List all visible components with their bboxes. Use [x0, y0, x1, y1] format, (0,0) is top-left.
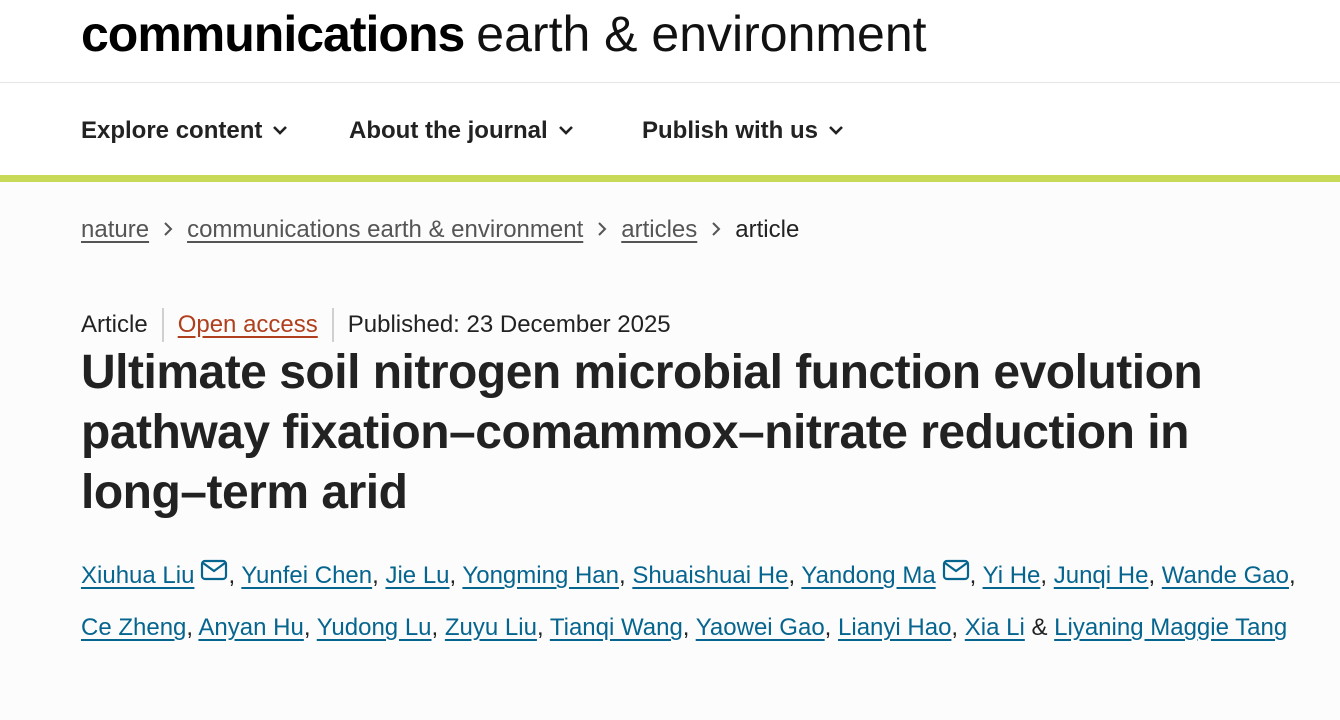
author-link[interactable]: Yaowei Gao [696, 614, 825, 641]
author-separator: , [969, 562, 983, 589]
chevron-right-icon [164, 221, 173, 236]
breadcrumb-current: article [735, 216, 800, 243]
author-link[interactable]: Yunfei Chen [241, 562, 372, 589]
author-separator: , [1148, 562, 1162, 589]
main-nav: Explore content About the journal Publis… [0, 83, 1340, 182]
author-link[interactable]: Tianqi Wang [550, 614, 683, 641]
envelope-icon[interactable] [942, 559, 970, 581]
author-separator: , [951, 614, 965, 641]
author-link[interactable]: Yandong Ma [801, 562, 935, 589]
author-separator: , [449, 562, 463, 589]
envelope-icon[interactable] [200, 559, 228, 581]
chevron-right-icon [712, 221, 721, 236]
author-link[interactable]: Ce Zheng [81, 614, 186, 641]
published-date: Published: 23 December 2025 [347, 311, 671, 338]
article-title: Ultimate soil nitrogen microbial functio… [81, 346, 1203, 519]
author-link[interactable]: Jie Lu [385, 562, 449, 589]
meta-divider [161, 308, 164, 342]
article-meta: Article Open access Published: 23 Decemb… [81, 308, 671, 342]
author-separator: , [536, 614, 550, 641]
nav-label: Publish with us [642, 117, 819, 144]
author-link[interactable]: Yongming Han [462, 562, 619, 589]
author-separator: , [1288, 562, 1296, 589]
author-separator: , [618, 562, 633, 589]
author-link[interactable]: Yi He [983, 562, 1041, 589]
author-separator: , [682, 614, 696, 641]
chevron-down-icon [558, 125, 573, 135]
article-type: Article [81, 311, 148, 338]
masthead: communications earth & environment [0, 0, 1340, 83]
nav-publish-with-us[interactable]: Publish with us [642, 117, 844, 145]
breadcrumb-link-nature[interactable]: nature [81, 216, 149, 243]
chevron-right-icon [598, 221, 607, 236]
logo-light: earth & environment [476, 6, 927, 62]
author-separator: , [303, 614, 317, 641]
chevron-down-icon [829, 125, 843, 135]
chevron-down-icon [273, 125, 288, 135]
nav-label: Explore content [81, 117, 263, 144]
nav-explore-content[interactable]: Explore content [81, 117, 288, 145]
open-access-link[interactable]: Open access [178, 311, 318, 339]
journal-logo[interactable]: communications earth & environment [81, 6, 927, 62]
author-link[interactable]: Junqi He [1054, 562, 1149, 589]
author-link[interactable]: Liyaning Maggie Tang [1054, 614, 1287, 641]
author-link[interactable]: Shuaishuai He [632, 562, 788, 589]
nav-label: About the journal [349, 117, 548, 144]
author-link[interactable]: Lianyi Hao [838, 614, 951, 641]
author-separator: , [372, 562, 386, 589]
author-separator: , [228, 562, 242, 589]
logo-bold: communications [81, 6, 465, 62]
author-separator: , [788, 562, 802, 589]
author-link[interactable]: Xiuhua Liu [81, 562, 194, 589]
author-link[interactable]: Wande Gao [1162, 562, 1289, 589]
author-link[interactable]: Yudong Lu [317, 614, 432, 641]
author-link[interactable]: Xia Li [965, 614, 1025, 641]
breadcrumb: nature communications earth & environment… [81, 216, 799, 244]
author-separator: , [186, 614, 199, 641]
author-separator: , [824, 614, 839, 641]
author-separator: , [431, 614, 445, 641]
breadcrumb-link-articles[interactable]: articles [621, 216, 697, 243]
author-separator: , [1040, 562, 1054, 589]
author-link[interactable]: Zuyu Liu [445, 614, 537, 641]
author-separator-last: & [1024, 614, 1055, 641]
breadcrumb-link-journal[interactable]: communications earth & environment [187, 216, 583, 243]
author-list: Xiuhua Liu, Yunfei Chen, Jie Lu, Yongmin… [81, 550, 1321, 654]
nav-about-journal[interactable]: About the journal [349, 117, 574, 145]
author-link[interactable]: Anyan Hu [198, 614, 303, 641]
meta-divider [331, 308, 334, 342]
